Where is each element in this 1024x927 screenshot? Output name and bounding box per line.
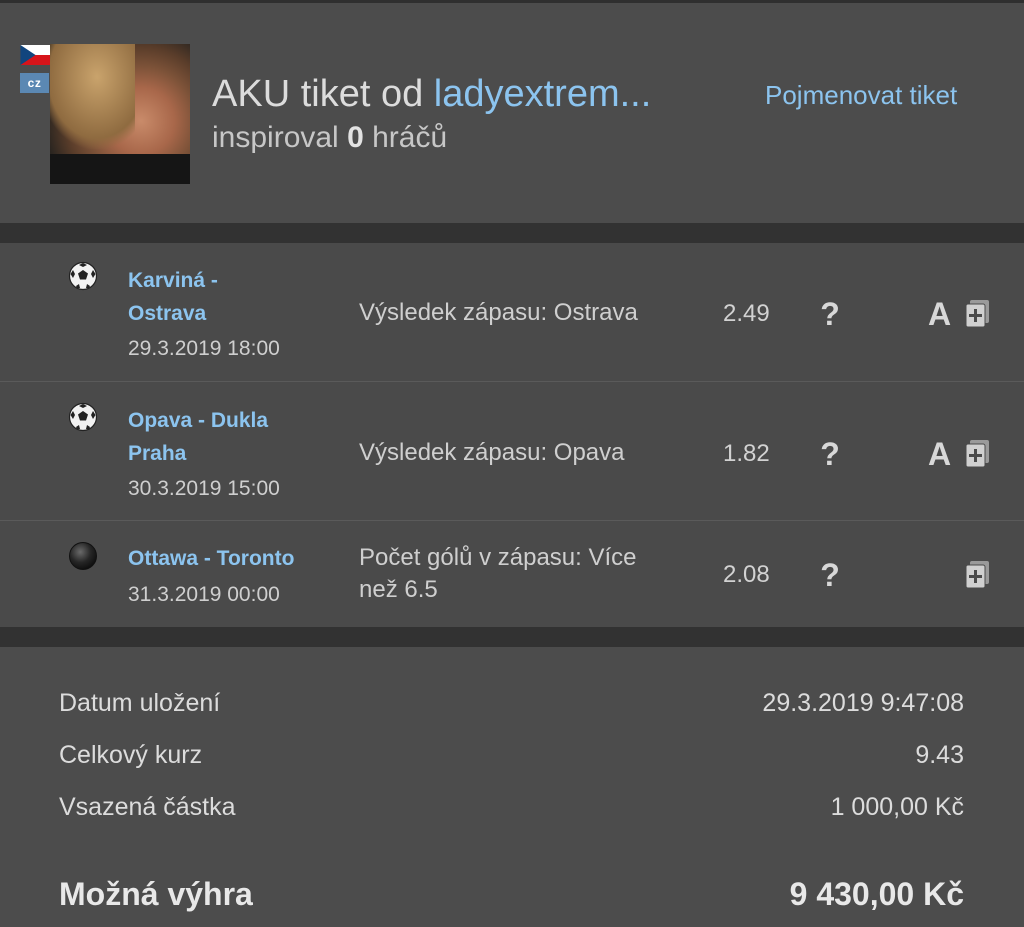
- inspired-prefix: inspiroval: [212, 121, 339, 154]
- country-code: cz: [27, 76, 42, 90]
- analysis-a-icon[interactable]: A: [928, 436, 951, 473]
- title-prefix: AKU tiket od: [212, 73, 434, 115]
- bet-description: Výsledek zápasu: Opava: [359, 439, 625, 466]
- total-odds-value: 9.43: [915, 741, 964, 769]
- rename-ticket-link[interactable]: Pojmenovat tiket: [765, 80, 957, 111]
- bet-odds: 1.82: [723, 440, 770, 467]
- match-link[interactable]: Karviná - Ostrava: [128, 264, 218, 330]
- match-link[interactable]: Opava - Dukla Praha: [128, 404, 268, 470]
- match-date: 31.3.2019 00:00: [128, 583, 280, 606]
- inspired-count-line: inspiroval 0 hráčů: [212, 121, 447, 155]
- ticket-title: AKU tiket od ladyextrem...: [212, 73, 651, 116]
- ticket-summary: Datum uložení 29.3.2019 9:47:08 Celkový …: [0, 647, 1024, 927]
- possible-win-value: 9 430,00 Kč: [789, 876, 964, 912]
- bet-description: Výsledek zápasu: Ostrava: [359, 299, 638, 326]
- status-unknown-icon: ?: [820, 436, 840, 472]
- status-unknown-icon: ?: [820, 557, 840, 593]
- soccer-ball-icon: [68, 402, 98, 432]
- ticket-header: cz AKU tiket od ladyextrem... inspiroval…: [0, 3, 1024, 223]
- match-link[interactable]: Ottawa - Toronto: [128, 542, 294, 575]
- bet-odds: 2.08: [723, 561, 770, 588]
- match-date: 29.3.2019 18:00: [128, 337, 280, 360]
- section-separator: [0, 627, 1024, 647]
- username-link[interactable]: ladyextrem...: [434, 73, 652, 115]
- stake-label: Vsazená částka: [59, 793, 236, 821]
- add-to-ticket-icon[interactable]: [965, 561, 991, 589]
- match-date: 30.3.2019 15:00: [128, 477, 280, 500]
- add-to-ticket-icon[interactable]: [965, 300, 991, 328]
- bet-row: Karviná - Ostrava 29.3.2019 18:00 Výsled…: [0, 243, 1024, 381]
- bet-odds: 2.49: [723, 300, 770, 327]
- saved-date-label: Datum uložení: [59, 689, 221, 717]
- inspired-suffix: hráčů: [372, 121, 448, 154]
- section-separator: [0, 223, 1024, 243]
- soccer-ball-icon: [68, 261, 98, 291]
- czech-flag-icon: [20, 45, 51, 65]
- bet-row: Opava - Dukla Praha 30.3.2019 15:00 Výsl…: [0, 381, 1024, 520]
- bet-row: Ottawa - Toronto 31.3.2019 00:00 Počet g…: [0, 520, 1024, 628]
- saved-date-value: 29.3.2019 9:47:08: [762, 689, 964, 717]
- add-to-ticket-icon[interactable]: [965, 440, 991, 468]
- country-badge: cz: [20, 73, 49, 93]
- total-odds-label: Celkový kurz: [59, 741, 203, 769]
- possible-win-label: Možná výhra: [59, 876, 253, 912]
- stake-value: 1 000,00 Kč: [830, 793, 964, 821]
- user-avatar[interactable]: [50, 44, 190, 184]
- inspired-count: 0: [347, 121, 364, 154]
- hockey-puck-icon: [69, 542, 97, 570]
- status-unknown-icon: ?: [820, 296, 840, 332]
- bet-description: Počet gólů v zápasu: Více než 6.5: [359, 544, 637, 603]
- analysis-a-icon[interactable]: A: [928, 296, 951, 333]
